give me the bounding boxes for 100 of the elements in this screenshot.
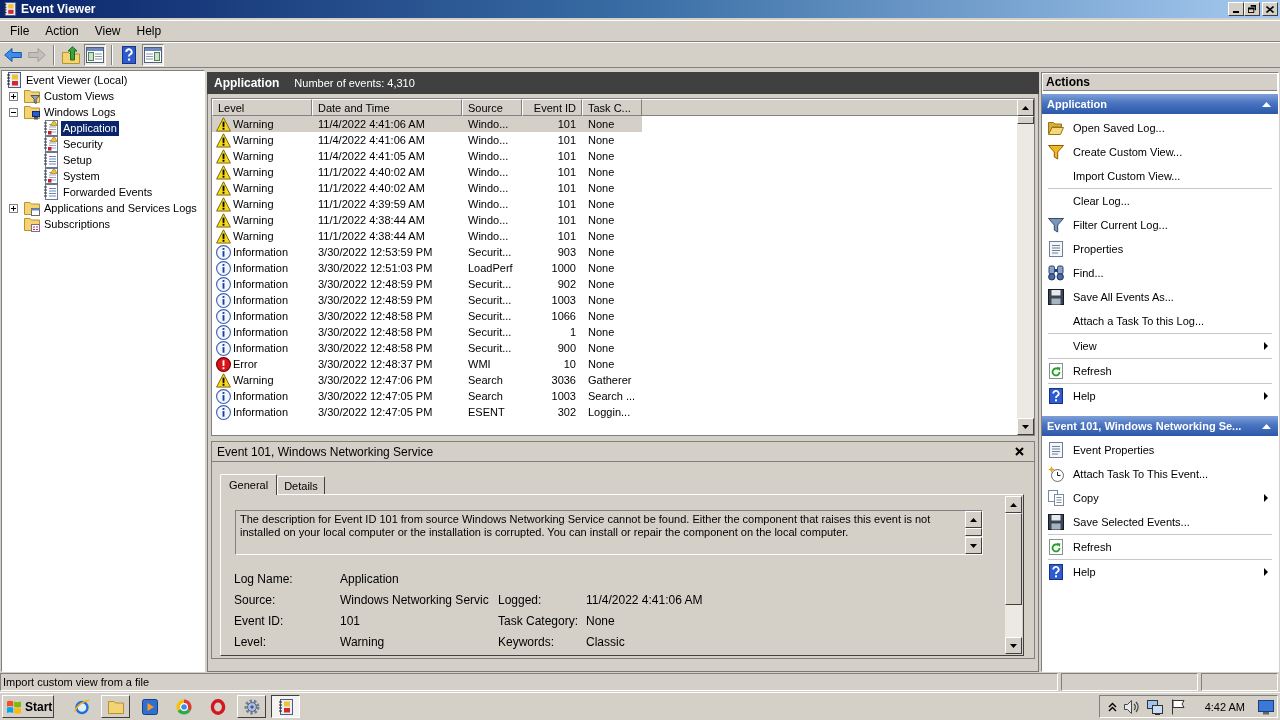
command-link[interactable]: Save All Events As... xyxy=(1042,285,1278,309)
section-header[interactable]: Event 101, Windows Networking Se... xyxy=(1042,416,1278,436)
event-row[interactable]: Information 3/30/2022 12:47:05 PM Search 1003 Search ... xyxy=(212,388,642,404)
tree-item[interactable]: Event Viewer (Local) xyxy=(24,72,130,88)
tree-item[interactable]: Applications and Services Logs xyxy=(42,200,199,216)
tree-item[interactable]: Forwarded Events xyxy=(61,184,155,200)
tree-item[interactable]: Windows Logs xyxy=(42,104,118,120)
caret-right-icon xyxy=(1264,392,1268,400)
event-row[interactable]: Information 3/30/2022 12:48:58 PM Securit... 900 None xyxy=(212,340,642,356)
tree-item[interactable]: Custom Views xyxy=(42,88,117,104)
event-row[interactable]: Warning 11/4/2022 4:41:05 AM Windo... 101 None xyxy=(212,148,642,164)
command-link[interactable]: Help xyxy=(1042,560,1278,584)
flag-icon[interactable] xyxy=(1169,698,1186,715)
event-row[interactable]: Warning 11/4/2022 4:41:06 AM Windo... 101 None xyxy=(212,116,642,132)
column-header[interactable]: Date and Time xyxy=(312,99,462,116)
command-link[interactable]: Find... xyxy=(1042,261,1278,285)
menu-item[interactable]: Action xyxy=(37,22,87,40)
right-pane-button[interactable] xyxy=(142,44,164,66)
description-field[interactable] xyxy=(235,510,983,555)
event-row[interactable]: Information 3/30/2022 12:53:59 PM Securit... 903 None xyxy=(212,244,642,260)
command-link[interactable]: Import Custom View... xyxy=(1042,164,1278,188)
plus-box-icon[interactable] xyxy=(9,91,18,101)
section-header[interactable]: Application xyxy=(1042,94,1278,114)
event-row[interactable]: Information 3/30/2022 12:48:58 PM Securit... 1 None xyxy=(212,324,642,340)
info-icon xyxy=(216,260,231,276)
command-link[interactable]: Attach Task To This Event... xyxy=(1042,462,1278,486)
minus-box-icon[interactable] xyxy=(9,107,18,117)
event-row[interactable]: Information 3/30/2022 12:48:59 PM Securit... 902 None xyxy=(212,276,642,292)
menu-item[interactable]: Help xyxy=(128,22,170,40)
command-link[interactable]: Save Selected Events... xyxy=(1042,510,1278,534)
scroll-up-button[interactable] xyxy=(1017,99,1034,116)
vertical-scrollbar[interactable] xyxy=(1017,99,1034,435)
plus-box-icon[interactable] xyxy=(9,203,18,213)
table-cell-text: 101 xyxy=(556,165,577,180)
tree-item[interactable]: Application xyxy=(61,120,119,136)
column-header[interactable]: Level xyxy=(212,99,312,116)
scroll-thumb[interactable] xyxy=(1017,116,1034,124)
column-header[interactable]: Task C... xyxy=(582,99,642,116)
tree-item[interactable]: Subscriptions xyxy=(42,216,113,232)
scroll-thumb[interactable] xyxy=(965,528,982,536)
table-cell-text: 3/30/2022 12:51:03 PM xyxy=(317,261,434,276)
tree-item[interactable]: Setup xyxy=(61,152,94,168)
tree-item[interactable]: System xyxy=(61,168,102,184)
command-link[interactable]: Properties xyxy=(1042,237,1278,261)
command-link[interactable]: Filter Current Log... xyxy=(1042,213,1278,237)
column-header[interactable]: Source xyxy=(462,99,522,116)
desktop-icon[interactable] xyxy=(1258,698,1274,715)
chevron-up-icon[interactable] xyxy=(1107,701,1117,712)
close-button[interactable] xyxy=(1262,2,1278,16)
event-row[interactable]: Warning 11/1/2022 4:38:44 AM Windo... 101 None xyxy=(212,212,642,228)
console-tree-button[interactable] xyxy=(84,44,106,66)
network-icon[interactable] xyxy=(1146,698,1163,715)
command-link[interactable]: Open Saved Log... xyxy=(1042,116,1278,140)
speaker-icon[interactable] xyxy=(1123,698,1140,715)
vertical-scrollbar[interactable] xyxy=(965,511,982,554)
restore-button[interactable] xyxy=(1244,2,1260,16)
field-label: Source: xyxy=(234,592,277,607)
vertical-scrollbar[interactable] xyxy=(1005,496,1022,654)
column-header[interactable]: Event ID xyxy=(522,99,582,116)
command-link[interactable]: View xyxy=(1042,334,1278,358)
command-link[interactable]: Event Properties xyxy=(1042,438,1278,462)
help-icon xyxy=(1048,564,1064,580)
event-row[interactable]: Information 3/30/2022 12:47:05 PM ESENT 302 Loggin... xyxy=(212,404,642,420)
panel-left-icon xyxy=(86,46,104,64)
command-link[interactable]: Create Custom View... xyxy=(1042,140,1278,164)
tab[interactable]: General xyxy=(220,474,278,495)
command-link[interactable]: Copy xyxy=(1042,486,1278,510)
table-cell-text: 3/30/2022 12:48:58 PM xyxy=(317,341,434,356)
scroll-down-button[interactable] xyxy=(965,537,982,554)
event-row[interactable]: Warning 11/1/2022 4:40:02 AM Windo... 101 None xyxy=(212,164,642,180)
clock-text[interactable]: 4:42 AM xyxy=(1204,700,1245,713)
start-button[interactable]: Start xyxy=(2,695,54,718)
up-level-button[interactable] xyxy=(60,44,82,66)
scroll-up-button[interactable] xyxy=(1005,496,1022,513)
scroll-thumb[interactable] xyxy=(1005,513,1022,605)
scroll-down-button[interactable] xyxy=(1005,637,1022,654)
up-triangle-icon xyxy=(1010,502,1017,507)
tab[interactable]: Details xyxy=(277,476,325,494)
event-row[interactable]: Warning 11/1/2022 4:39:59 AM Windo... 101 None xyxy=(212,196,642,212)
event-row[interactable]: Warning 11/4/2022 4:41:06 AM Windo... 101 None xyxy=(212,132,642,148)
scroll-down-button[interactable] xyxy=(1017,418,1034,435)
menu-item[interactable]: File xyxy=(2,22,38,40)
event-row[interactable]: Information 3/30/2022 12:48:59 PM Securit... 1003 None xyxy=(212,292,642,308)
command-link[interactable]: Clear Log... xyxy=(1042,189,1278,213)
tree-item[interactable]: Security xyxy=(61,136,105,152)
command-link[interactable]: Attach a Task To this Log... xyxy=(1042,309,1278,333)
event-row[interactable]: Information 3/30/2022 12:51:03 PM LoadPerf 1000 None xyxy=(212,260,642,276)
minimize-button[interactable] xyxy=(1228,2,1244,16)
event-row[interactable]: Warning 11/1/2022 4:38:44 AM Windo... 101 None xyxy=(212,228,642,244)
menu-item[interactable]: View xyxy=(86,22,129,40)
taskbar-button[interactable] xyxy=(271,695,300,718)
close-button[interactable] xyxy=(1013,445,1026,458)
event-row[interactable]: Information 3/30/2022 12:48:58 PM Securit... 1066 None xyxy=(212,308,642,324)
event-row[interactable]: Error 3/30/2022 12:48:37 PM WMI 10 None xyxy=(212,356,642,372)
scroll-up-button[interactable] xyxy=(965,511,982,528)
event-row[interactable]: Warning 3/30/2022 12:47:06 PM Search 3036 Gatherer xyxy=(212,372,642,388)
command-link[interactable]: Refresh xyxy=(1042,359,1278,383)
command-link[interactable]: Help xyxy=(1042,384,1278,408)
command-link[interactable]: Refresh xyxy=(1042,535,1278,559)
event-row[interactable]: Warning 11/1/2022 4:40:02 AM Windo... 101 None xyxy=(212,180,642,196)
